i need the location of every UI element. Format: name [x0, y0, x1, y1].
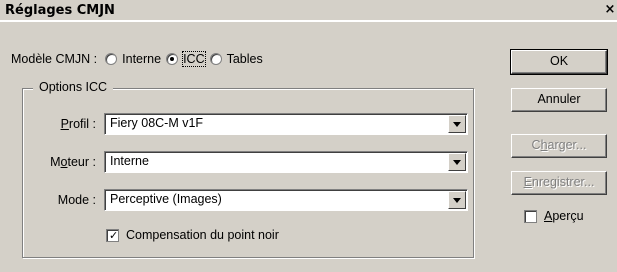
black-point-checkbox[interactable]: ✓ [106, 229, 119, 242]
engine-label: Moteur : [50, 155, 96, 169]
mode-label: Mode : [57, 193, 96, 207]
ok-button[interactable]: OK [510, 49, 608, 75]
radio-interne-label: Interne [122, 52, 162, 66]
mode-value: Perceptive (Images) [110, 192, 222, 206]
preview-checkbox[interactable] [524, 210, 537, 223]
engine-dropdown-arrow[interactable] [448, 153, 466, 171]
profile-dropdown-arrow[interactable] [448, 115, 466, 133]
mode-select[interactable]: Perceptive (Images) [104, 189, 468, 211]
engine-value: Interne [110, 154, 149, 168]
radio-selected-dot [170, 57, 175, 61]
profile-value: Fiery 08C-M v1F [110, 116, 204, 130]
radio-tables-label: Tables [226, 52, 263, 66]
mode-dropdown-arrow[interactable] [448, 191, 466, 209]
radio-tables-button[interactable] [209, 53, 222, 65]
radio-icc-button[interactable] [166, 53, 179, 65]
profile-label: Profil : [60, 117, 96, 131]
radio-tables[interactable]: Tables [209, 52, 263, 66]
chevron-down-icon [453, 122, 461, 127]
preview-label: Aperçu [544, 209, 584, 223]
cmyk-settings-dialog: Réglages CMJN × Modèle CMJN : Interne IC… [0, 0, 617, 272]
cmyk-model-row: Modèle CMJN : Interne ICC Tables [11, 50, 268, 68]
load-button[interactable]: Charger... [511, 134, 607, 158]
window-title: Réglages CMJN [5, 3, 115, 18]
check-icon: ✓ [109, 229, 119, 242]
chevron-down-icon [453, 160, 461, 165]
radio-icc[interactable]: ICC [166, 51, 206, 67]
engine-select[interactable]: Interne [104, 151, 468, 173]
radio-interne[interactable]: Interne [105, 52, 161, 66]
cmyk-model-label: Modèle CMJN : [11, 52, 98, 66]
radio-icc-label: ICC [182, 51, 206, 67]
black-point-label: Compensation du point noir [126, 228, 279, 242]
profile-select[interactable]: Fiery 08C-M v1F [104, 113, 468, 135]
radio-interne-button[interactable] [105, 53, 118, 65]
chevron-down-icon [453, 198, 461, 203]
save-button[interactable]: Enregistrer... [511, 171, 607, 195]
cancel-button[interactable]: Annuler [511, 88, 607, 112]
close-icon[interactable]: × [603, 3, 617, 18]
title-bar[interactable]: Réglages CMJN × [0, 0, 617, 22]
icc-options-legend: Options ICC [33, 80, 114, 94]
